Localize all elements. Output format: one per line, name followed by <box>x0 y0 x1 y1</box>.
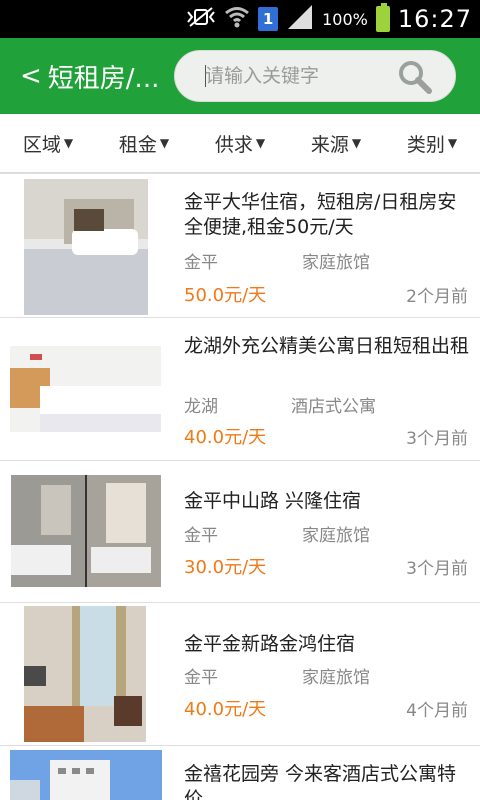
back-chevron-icon: < <box>20 61 42 91</box>
search-icon[interactable] <box>397 60 433 94</box>
dropdown-arrow-icon: ▼ <box>159 136 170 150</box>
listing-area: 龙湖 <box>184 397 218 417</box>
listing-price: 40.0元/天 <box>184 427 267 448</box>
listing-title: 金平大华住宿，短租房/日租房安全便捷,租金50元/天 <box>184 191 457 238</box>
filter-bar: 区域 ▼ 租金 ▼ 供求 ▼ 来源 ▼ 类别 ▼ <box>0 114 480 174</box>
listing-area: 金平 <box>184 668 218 688</box>
dropdown-arrow-icon: ▼ <box>63 136 74 150</box>
battery-percentage: 100% <box>322 9 368 29</box>
listing-area: 金平 <box>184 526 218 546</box>
listing-photo <box>10 346 161 432</box>
page-title: 短租房/... <box>47 63 160 94</box>
back-button[interactable]: < 短租房/... <box>20 38 159 114</box>
clock: 16:27 <box>397 5 472 33</box>
dropdown-arrow-icon: ▼ <box>255 136 266 150</box>
listing-type: 家庭旅馆 <box>302 253 370 273</box>
dropdown-arrow-icon: ▼ <box>351 136 362 150</box>
filter-source[interactable]: 来源 ▼ <box>288 114 384 172</box>
filter-region[interactable]: 区域 ▼ <box>0 114 96 172</box>
listing-photo <box>10 750 162 800</box>
listing-type: 家庭旅馆 <box>302 526 370 546</box>
list-item[interactable]: 金禧花园旁 今来客酒店式公寓特价 <box>0 746 480 800</box>
filter-rent[interactable]: 租金 ▼ <box>96 114 192 172</box>
listing-list: 金平大华住宿，短租房/日租房安全便捷,租金50元/天 金平 家庭旅馆 50.0元… <box>0 176 480 800</box>
sim-slot-badge: 1 <box>258 7 279 31</box>
wifi-icon <box>224 6 250 32</box>
listing-price: 50.0元/天 <box>184 285 267 306</box>
dropdown-arrow-icon: ▼ <box>447 136 458 150</box>
battery-icon <box>375 3 390 32</box>
app-header: < 短租房/... <box>0 38 480 114</box>
vibrate-mute-icon <box>186 6 216 32</box>
listing-title: 龙湖外充公精美公寓日租短租出租 <box>184 335 470 357</box>
signal-strength-icon <box>286 5 314 33</box>
listing-type: 家庭旅馆 <box>302 668 370 688</box>
listing-type: 酒店式公寓 <box>291 397 376 417</box>
listing-time: 2个月前 <box>406 287 468 307</box>
listing-time: 3个月前 <box>406 429 468 449</box>
filter-supply-demand[interactable]: 供求 ▼ <box>192 114 288 172</box>
list-item[interactable]: 金平大华住宿，短租房/日租房安全便捷,租金50元/天 金平 家庭旅馆 50.0元… <box>0 176 480 318</box>
listing-photo <box>11 475 161 587</box>
list-item[interactable]: 金平中山路 兴隆住宿 金平 家庭旅馆 30.0元/天 3个月前 <box>0 461 480 603</box>
listing-price: 30.0元/天 <box>184 557 267 578</box>
listing-price: 40.0元/天 <box>184 699 267 720</box>
search-box[interactable] <box>174 50 456 102</box>
listing-area: 金平 <box>184 253 218 273</box>
listing-title: 金平中山路 兴隆住宿 <box>184 490 362 512</box>
listing-photo <box>24 179 148 315</box>
listing-title: 金禧花园旁 今来客酒店式公寓特价 <box>184 763 457 800</box>
filter-category[interactable]: 类别 ▼ <box>384 114 480 172</box>
listing-photo <box>24 606 146 742</box>
list-item[interactable]: 龙湖外充公精美公寓日租短租出租 龙湖 酒店式公寓 40.0元/天 3个月前 <box>0 318 480 461</box>
listing-time: 4个月前 <box>406 701 468 721</box>
search-input[interactable] <box>205 51 395 101</box>
listing-time: 3个月前 <box>406 559 468 579</box>
list-item[interactable]: 金平金新路金鸿住宿 金平 家庭旅馆 40.0元/天 4个月前 <box>0 603 480 746</box>
status-bar: 1 100% 16:27 <box>0 0 480 38</box>
listing-title: 金平金新路金鸿住宿 <box>184 633 356 655</box>
